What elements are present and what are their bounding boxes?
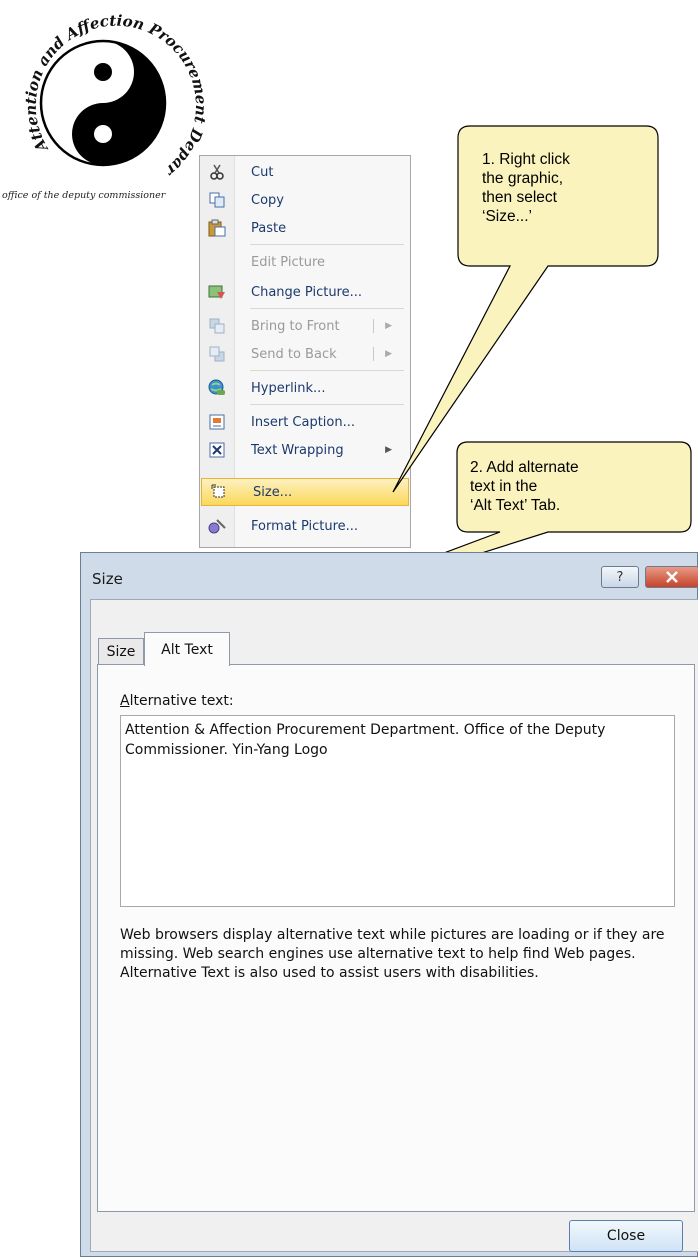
menu-divider <box>250 404 404 405</box>
menu-divider <box>250 308 404 309</box>
menu-item-bring-to-front: Bring to Front ▶ <box>200 312 410 340</box>
menu-item-hyperlink[interactable]: Hyperlink... <box>200 374 410 402</box>
menu-label-edit-picture: Edit Picture <box>251 254 326 270</box>
menu-label-cut: Cut <box>251 164 274 180</box>
menu-item-change-picture[interactable]: Change Picture... <box>200 278 410 306</box>
callout-step2-text: 2. Add alternate text in the ‘Alt Text’ … <box>470 458 579 515</box>
submenu-arrow-icon: ▶ <box>385 349 392 359</box>
close-button[interactable]: Close <box>569 1220 683 1252</box>
menu-label-size: Size... <box>253 484 293 500</box>
menu-divider <box>250 244 404 245</box>
scissors-icon <box>200 164 234 180</box>
copy-icon <box>200 192 234 208</box>
callout-step1-text: 1. Right click the graphic, then select … <box>482 150 570 226</box>
menu-label-send-to-back: Send to Back <box>251 346 337 362</box>
alternative-text-field[interactable] <box>120 715 675 907</box>
menu-item-size[interactable]: Size... <box>201 478 409 506</box>
send-to-back-icon <box>200 346 234 362</box>
alternative-text-label: Alternative text: <box>120 693 234 709</box>
menu-label-insert-caption: Insert Caption... <box>251 414 356 430</box>
department-logo[interactable]: Attention and Affection Procurement Depa… <box>0 0 210 205</box>
submenu-arrow-icon: ▶ <box>385 321 392 331</box>
label-mnemonic: A <box>120 693 130 709</box>
hyperlink-icon <box>200 379 234 397</box>
window-close-button[interactable] <box>645 566 698 588</box>
logo-caption: office of the deputy commissioner <box>2 190 166 201</box>
callout-line: text in the <box>470 478 538 495</box>
menu-item-insert-caption[interactable]: Insert Caption... <box>200 408 410 436</box>
menu-item-send-to-back: Send to Back ▶ <box>200 340 410 368</box>
menu-item-text-wrapping[interactable]: Text Wrapping ▶ <box>200 436 410 464</box>
size-dialog: Size ? Size Alt Text Alternative text: W… <box>80 552 698 1257</box>
callout-line: ‘Alt Text’ Tab. <box>470 497 561 514</box>
menu-label-copy: Copy <box>251 192 284 208</box>
menu-item-edit-picture: Edit Picture <box>200 248 410 276</box>
tab-alt-text[interactable]: Alt Text <box>144 632 230 666</box>
menu-label-format-picture: Format Picture... <box>251 518 359 534</box>
menu-label-text-wrapping: Text Wrapping <box>251 442 344 458</box>
text-wrapping-icon <box>200 442 234 458</box>
menu-label-paste: Paste <box>251 220 287 236</box>
callout-line: 2. Add alternate <box>470 459 579 476</box>
paste-icon <box>200 219 234 237</box>
help-icon: ? <box>616 569 624 585</box>
menu-divider <box>250 370 404 371</box>
size-icon <box>202 484 236 500</box>
callout-line: ‘Size...’ <box>482 208 532 225</box>
dialog-body: Size Alt Text Alternative text: Web brow… <box>90 599 698 1252</box>
menu-label-change-picture: Change Picture... <box>251 284 363 300</box>
menu-item-format-picture[interactable]: Format Picture... <box>200 512 410 540</box>
yin-yang-icon: Attention and Affection Procurement Depa… <box>0 0 210 180</box>
menu-item-cut[interactable]: Cut <box>200 158 410 186</box>
menu-item-copy[interactable]: Copy <box>200 186 410 214</box>
alt-text-panel: Alternative text: Web browsers display a… <box>97 664 695 1212</box>
alternative-text-help: Web browsers display alternative text wh… <box>120 927 665 981</box>
menu-item-paste[interactable]: Paste <box>200 214 410 242</box>
close-icon <box>666 571 678 583</box>
callout-line: then select <box>482 189 557 206</box>
callout-line: 1. Right click <box>482 151 570 168</box>
menu-label-hyperlink: Hyperlink... <box>251 380 326 396</box>
menu-label-bring-to-front: Bring to Front <box>251 318 340 334</box>
label-rest: lternative text: <box>129 693 234 709</box>
submenu-arrow-icon: ▶ <box>385 445 392 455</box>
insert-caption-icon <box>200 414 234 430</box>
change-picture-icon <box>200 283 234 301</box>
format-picture-icon <box>200 518 234 534</box>
callout-line: the graphic, <box>482 170 563 187</box>
context-menu: Cut Copy Paste Edit Picture Change Pictu… <box>199 155 411 548</box>
dialog-title: Size <box>92 570 123 588</box>
tab-size[interactable]: Size <box>98 638 144 665</box>
bring-to-front-icon <box>200 318 234 334</box>
help-button[interactable]: ? <box>601 566 639 588</box>
